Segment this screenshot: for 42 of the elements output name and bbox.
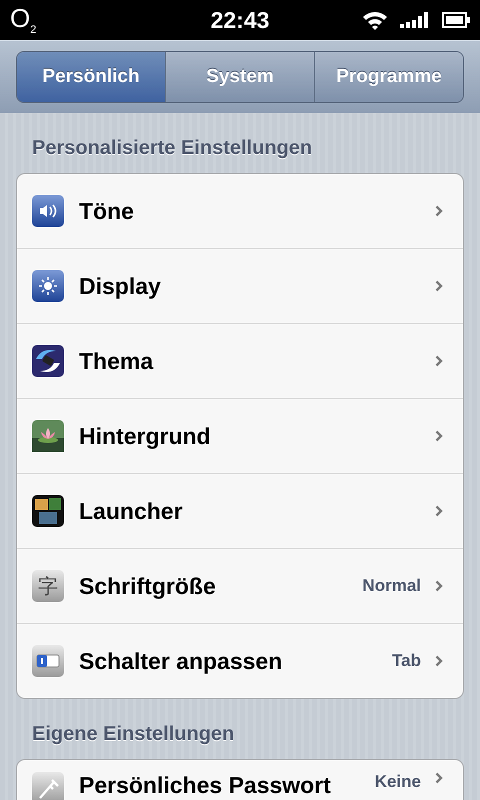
carrier-name: O$_{2}$ [10,3,36,37]
settings-row[interactable]: 字 Schriftgröße Normal [17,548,463,623]
section-title: Eigene Einstellungen [31,722,236,747]
tab[interactable]: Persönlich [17,52,166,102]
chevron-icon [435,655,443,667]
clock: 22:43 [210,6,270,34]
row-label: Schalter anpassen [79,648,282,674]
settings-row[interactable]: Persönliches Passwort Keine [17,760,463,800]
row-label: Display [79,272,161,300]
row-label: Thema [79,348,154,374]
row-label: Persönliches Passwort [79,772,331,799]
battery-icon [442,12,470,28]
character-icon: 字 [32,570,64,602]
row-label: Hintergrund [79,422,211,450]
row-label: Töne [79,198,134,224]
chevron-icon [435,580,443,592]
chevron-icon [435,505,443,517]
section-title: Personalisierte Einstellungen [31,136,314,161]
lotus-icon [32,420,64,452]
toggle-icon [32,645,64,677]
speaker-icon [32,195,64,227]
settings-row[interactable]: Display [17,248,463,323]
row-label: Schriftgröße [79,572,216,600]
settings-row[interactable]: Schalter anpassen Tab [17,623,463,698]
settings-row[interactable]: Launcher [17,473,463,548]
signal-icon [400,12,430,28]
row-value: Keine [374,772,421,792]
row-label: Launcher [79,498,183,524]
chevron-icon [435,280,443,292]
row-value: Tab [392,651,421,671]
wifi-icon [362,10,388,30]
settings-row[interactable]: Töne [17,174,463,248]
chevron-icon [435,772,443,784]
chevron-icon [435,355,443,367]
sun-icon [32,270,64,302]
app-tiles-icon [32,495,64,527]
settings-row[interactable]: Hintergrund [17,398,463,473]
chevron-icon [435,205,443,217]
chevron-icon [435,430,443,442]
row-value: Normal [362,576,421,596]
swirl-icon [32,345,64,377]
settings-row[interactable]: Thema [17,323,463,398]
